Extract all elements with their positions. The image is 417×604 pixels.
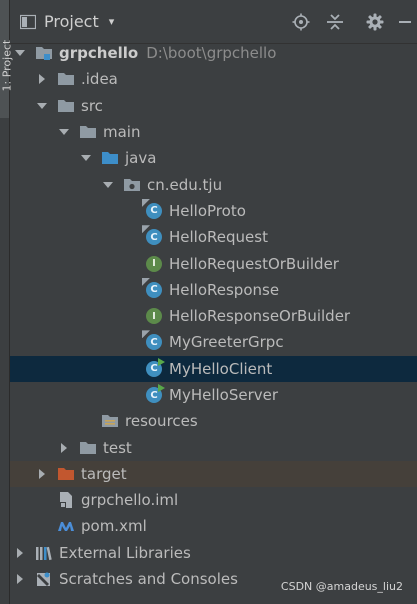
chevron-right-icon[interactable]: [13, 572, 27, 586]
tree-item-label: HelloProto: [169, 201, 246, 220]
chevron-right-icon[interactable]: [35, 72, 49, 86]
maven-icon: [57, 517, 75, 535]
chevron-down-icon[interactable]: [35, 99, 49, 113]
tree-item-label: HelloRequest: [169, 228, 268, 247]
tree-item-label: pom.xml: [81, 517, 147, 536]
panel-title: Project: [44, 12, 99, 31]
tree-item-helloresponse[interactable]: C HelloResponse: [10, 277, 417, 303]
chevron-right-icon[interactable]: [13, 546, 27, 560]
tree-item-pom[interactable]: pom.xml: [10, 513, 417, 539]
chevron-down-icon[interactable]: [79, 151, 93, 165]
module-folder-icon: [35, 44, 53, 62]
tree-item-label: java: [125, 149, 157, 168]
resources-folder-icon: [101, 412, 119, 430]
tree-item-java[interactable]: java: [10, 145, 417, 171]
interface-icon: I: [145, 255, 163, 273]
tree-item-test[interactable]: test: [10, 434, 417, 460]
tree-item-label: .idea: [81, 70, 118, 89]
tree-item-label: src: [81, 96, 103, 115]
tree-item-label: External Libraries: [59, 543, 191, 562]
chevron-right-icon[interactable]: [57, 441, 71, 455]
tree-item-myhelloserver[interactable]: C MyHelloServer: [10, 382, 417, 408]
tree-item-external-libraries[interactable]: External Libraries: [10, 540, 417, 566]
project-tool-tab[interactable]: 1: Project: [0, 0, 14, 118]
excluded-folder-icon: [57, 465, 75, 483]
tree-item-iml[interactable]: grpchello.iml: [10, 487, 417, 513]
folder-icon: [79, 439, 97, 457]
folder-icon: [57, 70, 75, 88]
scratches-icon: [35, 570, 53, 588]
tree-item-label: main: [103, 123, 141, 142]
gear-icon[interactable]: [365, 12, 385, 32]
chevron-down-icon[interactable]: [13, 46, 27, 60]
tree-item-helloproto[interactable]: C HelloProto: [10, 198, 417, 224]
tree-item-label: grpchello.iml: [81, 491, 179, 510]
left-tool-strip: 1: Project: [0, 0, 14, 604]
runnable-class-icon: C: [145, 384, 165, 404]
tree-item-myhelloclient[interactable]: C MyHelloClient: [10, 355, 417, 382]
tree-item-src[interactable]: src: [10, 93, 417, 119]
interface-icon: I: [145, 307, 163, 325]
chevron-down-icon: ▾: [108, 15, 115, 28]
tree-item-label: MyHelloServer: [169, 386, 279, 404]
project-tree: grpchello D:\boot\grpchello .idea src ma…: [10, 40, 417, 592]
tree-item-idea[interactable]: .idea: [10, 66, 417, 92]
chevron-down-icon[interactable]: [57, 125, 71, 139]
project-view-icon: [20, 14, 36, 29]
tree-item-label: MyHelloClient: [169, 359, 273, 378]
package-icon: [123, 176, 141, 194]
tree-item-hellorequest[interactable]: C HelloRequest: [10, 224, 417, 250]
tree-item-label: HelloResponse: [169, 280, 280, 299]
tree-item-label: target: [81, 464, 127, 483]
project-panel-header: Project ▾: [10, 0, 417, 44]
iml-file-icon: [57, 491, 75, 509]
libraries-icon: [35, 544, 53, 562]
project-path: D:\boot\grpchello: [146, 44, 277, 63]
class-icon: C: [142, 277, 163, 299]
tree-item-label: test: [103, 438, 132, 457]
tree-item-label: HelloResponseOrBuilder: [169, 307, 351, 326]
class-icon: C: [142, 330, 163, 351]
hide-panel-icon[interactable]: [395, 12, 415, 32]
tree-item-label: resources: [125, 412, 198, 431]
tree-item-label: grpchello: [59, 44, 139, 63]
folder-icon: [57, 97, 75, 115]
tree-item-label: MyGreeterGrpc: [169, 333, 284, 352]
tree-item-resources[interactable]: resources: [10, 408, 417, 434]
tree-item-mygreetergrpc[interactable]: C MyGreeterGrpc: [10, 329, 417, 355]
tree-item-label: cn.edu.tju: [147, 175, 223, 194]
runnable-class-icon: C: [145, 357, 165, 378]
watermark: CSDN @amadeus_liu2: [280, 580, 403, 593]
folder-icon: [79, 123, 97, 141]
class-icon: C: [142, 225, 163, 246]
source-folder-icon: [101, 149, 119, 167]
chevron-down-icon[interactable]: [101, 178, 115, 192]
tree-item-package[interactable]: cn.edu.tju: [10, 171, 417, 197]
project-view-selector[interactable]: Project ▾: [20, 12, 114, 31]
tree-item-label: HelloRequestOrBuilder: [169, 254, 339, 273]
chevron-right-icon[interactable]: [35, 467, 49, 481]
tree-item-label: Scratches and Consoles: [59, 570, 238, 589]
tree-item-helloresponseorbuilder[interactable]: I HelloResponseOrBuilder: [10, 303, 417, 329]
locate-icon[interactable]: [291, 12, 311, 32]
tree-item-grpchello[interactable]: grpchello D:\boot\grpchello: [10, 40, 417, 66]
tree-item-hellorequestorbuilder[interactable]: I HelloRequestOrBuilder: [10, 250, 417, 276]
tree-item-target[interactable]: target: [10, 460, 417, 488]
tree-item-main[interactable]: main: [10, 119, 417, 145]
class-icon: C: [142, 198, 163, 220]
collapse-all-icon[interactable]: [325, 12, 345, 32]
